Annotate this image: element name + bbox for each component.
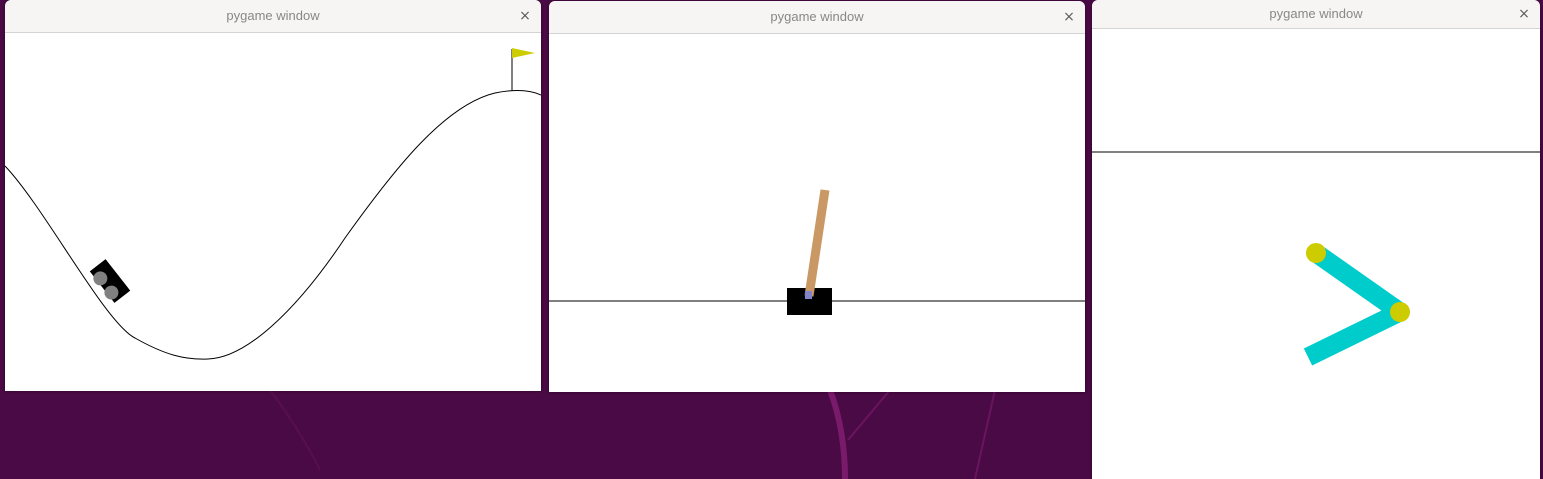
mountain-car: [89, 259, 131, 303]
close-button[interactable]: ×: [515, 6, 535, 26]
mountain-track: [5, 90, 541, 360]
pole: [804, 189, 830, 297]
goal-flag: [512, 48, 535, 58]
game-canvas[interactable]: [5, 33, 541, 391]
mountain-car-scene: [5, 48, 541, 360]
window-title: pygame window: [1269, 6, 1363, 21]
pygame-window-acrobot[interactable]: pygame window ×: [1092, 0, 1540, 479]
acrobot-link-2: [1303, 303, 1405, 366]
cartpole-scene: [549, 189, 1085, 315]
game-canvas[interactable]: [1092, 29, 1540, 479]
window-titlebar[interactable]: pygame window ×: [1092, 0, 1540, 29]
acrobot-joint-1: [1306, 243, 1326, 263]
pygame-window-cartpole[interactable]: pygame window ×: [549, 1, 1085, 392]
game-canvas[interactable]: [549, 34, 1085, 392]
acrobot-link-1: [1310, 245, 1406, 320]
window-titlebar[interactable]: pygame window ×: [549, 1, 1085, 34]
window-title: pygame window: [226, 8, 320, 23]
close-button[interactable]: ×: [1514, 4, 1534, 24]
acrobot-joint-2: [1390, 302, 1410, 322]
close-button[interactable]: ×: [1059, 7, 1079, 27]
window-titlebar[interactable]: pygame window ×: [5, 0, 541, 33]
acrobot-scene: [1092, 151, 1540, 366]
cart-axle: [805, 291, 812, 299]
pygame-window-mountain-car[interactable]: pygame window ×: [5, 0, 541, 391]
window-title: pygame window: [770, 9, 864, 24]
